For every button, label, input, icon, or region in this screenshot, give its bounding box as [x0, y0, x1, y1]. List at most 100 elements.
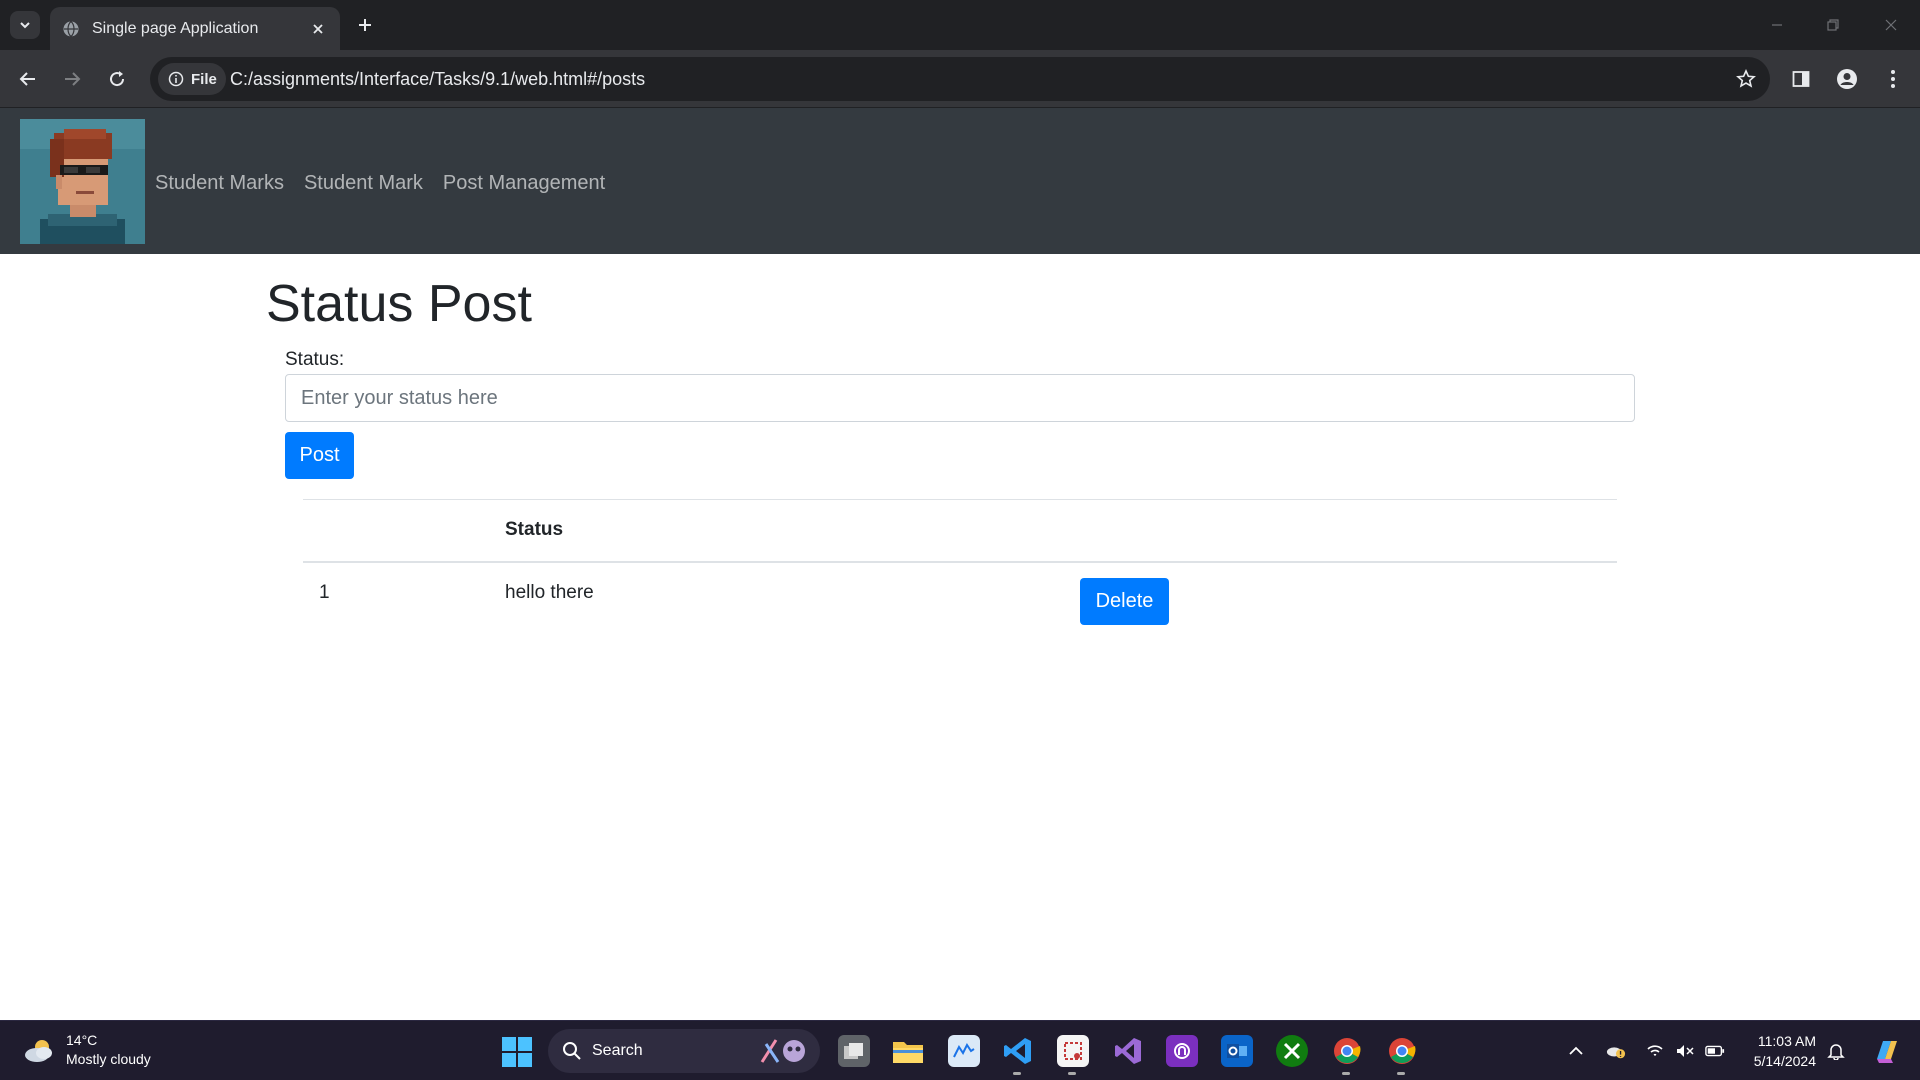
file-explorer-icon[interactable]: [892, 1035, 924, 1067]
close-icon: [1885, 19, 1897, 31]
side-panel-icon: [1792, 71, 1810, 87]
nav-link-student-mark[interactable]: Student Mark: [304, 172, 423, 195]
chrome-glyph: [1334, 1038, 1361, 1064]
posts-table: Status 1 hello there Delete: [303, 499, 1617, 625]
site-info-chip[interactable]: File: [158, 63, 226, 95]
status-input[interactable]: [285, 374, 1635, 422]
side-panel-button[interactable]: [1787, 65, 1815, 93]
row-action-cell: Delete: [1064, 562, 1617, 625]
taskbar: 14°C Mostly cloudy Search 11:03 AM 5/14/…: [0, 1020, 1920, 1080]
notification-bell-icon[interactable]: [1826, 1041, 1846, 1061]
nav-link-post-management[interactable]: Post Management: [443, 172, 605, 195]
new-tab-button[interactable]: [352, 12, 378, 38]
reload-icon: [110, 71, 125, 87]
visual-studio-icon[interactable]: [1112, 1035, 1144, 1067]
weather-widget[interactable]: 14°C Mostly cloudy: [22, 1031, 151, 1069]
site-navbar: Student Marks Student Mark Post Manageme…: [0, 108, 1920, 254]
xbox-glyph: [1283, 1042, 1301, 1060]
taskbar-search[interactable]: Search: [548, 1029, 820, 1073]
wifi-glyph: [1647, 1045, 1663, 1056]
back-button[interactable]: [12, 63, 44, 95]
row-status: hello there: [505, 582, 594, 603]
copilot-icon[interactable]: [1870, 1034, 1904, 1068]
restore-button[interactable]: [1818, 10, 1848, 40]
onedrive-warning-icon[interactable]: [1606, 1041, 1626, 1061]
site-chip-label: File: [191, 70, 217, 88]
performance-monitor-icon[interactable]: [948, 1035, 980, 1067]
windows-logo-tile: [502, 1037, 516, 1051]
task-view-icon[interactable]: [838, 1035, 870, 1067]
windows-logo-tile: [502, 1053, 516, 1067]
table-header-action: [1064, 499, 1617, 563]
vscode-glyph: [1004, 1038, 1031, 1064]
visual-studio-glyph: [1115, 1038, 1141, 1064]
tray-overflow-button[interactable]: [1566, 1041, 1586, 1061]
tab-close-button[interactable]: [308, 19, 328, 39]
row-id: 1: [319, 582, 330, 603]
chevron-down-icon: [20, 22, 30, 29]
app-glyph: [1174, 1043, 1190, 1059]
volume-muted-icon[interactable]: [1675, 1041, 1695, 1061]
pixel-avatar-image: [20, 119, 145, 244]
folder-glyph: [893, 1042, 923, 1063]
wifi-icon[interactable]: [1645, 1041, 1665, 1061]
browser-toolbar: File C:/assignments/Interface/Tasks/9.1/…: [0, 50, 1920, 108]
nav-links: Student Marks Student Mark Post Manageme…: [155, 172, 605, 195]
browser-tabstrip: Single page Application: [0, 0, 1920, 50]
browser-tab-active[interactable]: Single page Application: [50, 7, 340, 50]
clock-date: 5/14/2024: [1753, 1053, 1816, 1069]
table-header-row: Status: [303, 499, 1617, 563]
profile-button[interactable]: [1833, 65, 1861, 93]
post-button[interactable]: Post: [285, 432, 354, 479]
running-indicator: [1013, 1072, 1021, 1075]
weather-desc: Mostly cloudy: [66, 1051, 151, 1067]
copilot-glyph: [1877, 1041, 1897, 1063]
running-indicator: [1068, 1072, 1076, 1075]
minimize-button[interactable]: [1762, 10, 1792, 40]
chart-glyph: [953, 1043, 975, 1058]
chrome-beta-icon[interactable]: [1331, 1035, 1363, 1075]
snipping-tool-icon[interactable]: [1057, 1035, 1089, 1075]
more-vertical-icon: [1891, 70, 1895, 88]
vscode-icon[interactable]: [1002, 1035, 1034, 1075]
tab-search-button[interactable]: [10, 11, 40, 39]
address-bar[interactable]: File C:/assignments/Interface/Tasks/9.1/…: [150, 57, 1770, 101]
start-button[interactable]: [502, 1037, 532, 1067]
arrow-right-icon: [65, 72, 81, 86]
table-header-id: [303, 499, 489, 563]
restore-icon: [1827, 19, 1839, 31]
battery-glyph: [1705, 1045, 1725, 1057]
arrow-left-icon: [19, 72, 35, 86]
table-row: 1 hello there Delete: [303, 562, 1617, 625]
star-icon: [1736, 69, 1756, 88]
task-view-glyph: [844, 1043, 863, 1059]
delete-button[interactable]: Delete: [1080, 577, 1169, 625]
search-label: Search: [592, 1042, 643, 1059]
outlook-icon[interactable]: [1221, 1035, 1253, 1067]
url-text[interactable]: C:/assignments/Interface/Tasks/9.1/web.h…: [230, 69, 645, 90]
info-icon: [168, 71, 184, 87]
windows-logo-tile: [518, 1037, 532, 1051]
forward-button[interactable]: [56, 63, 88, 95]
browser-menu-button[interactable]: [1879, 65, 1907, 93]
close-window-button[interactable]: [1876, 10, 1906, 40]
bell-glyph: [1827, 1044, 1845, 1060]
bookmark-button[interactable]: [1734, 67, 1758, 91]
reload-button[interactable]: [101, 63, 133, 95]
chrome-icon[interactable]: [1386, 1035, 1418, 1075]
speaker-muted-glyph: [1677, 1045, 1694, 1057]
status-label: Status:: [285, 349, 345, 370]
nav-link-student-marks[interactable]: Student Marks: [155, 172, 284, 195]
avatar-logo[interactable]: [20, 119, 145, 244]
globe-icon: [63, 20, 79, 37]
search-highlight-icon: [760, 1039, 805, 1063]
purple-app-icon[interactable]: [1166, 1035, 1198, 1067]
profile-icon: [1837, 69, 1857, 89]
xbox-icon[interactable]: [1276, 1035, 1308, 1067]
battery-icon[interactable]: [1705, 1041, 1725, 1061]
snip-glyph: [1064, 1042, 1082, 1060]
taskbar-clock[interactable]: 11:03 AM 5/14/2024: [1754, 1031, 1816, 1071]
search-icon: [563, 1042, 581, 1060]
cloudy-weather-icon: [25, 1040, 52, 1062]
table-header-status: Status: [489, 499, 1064, 563]
